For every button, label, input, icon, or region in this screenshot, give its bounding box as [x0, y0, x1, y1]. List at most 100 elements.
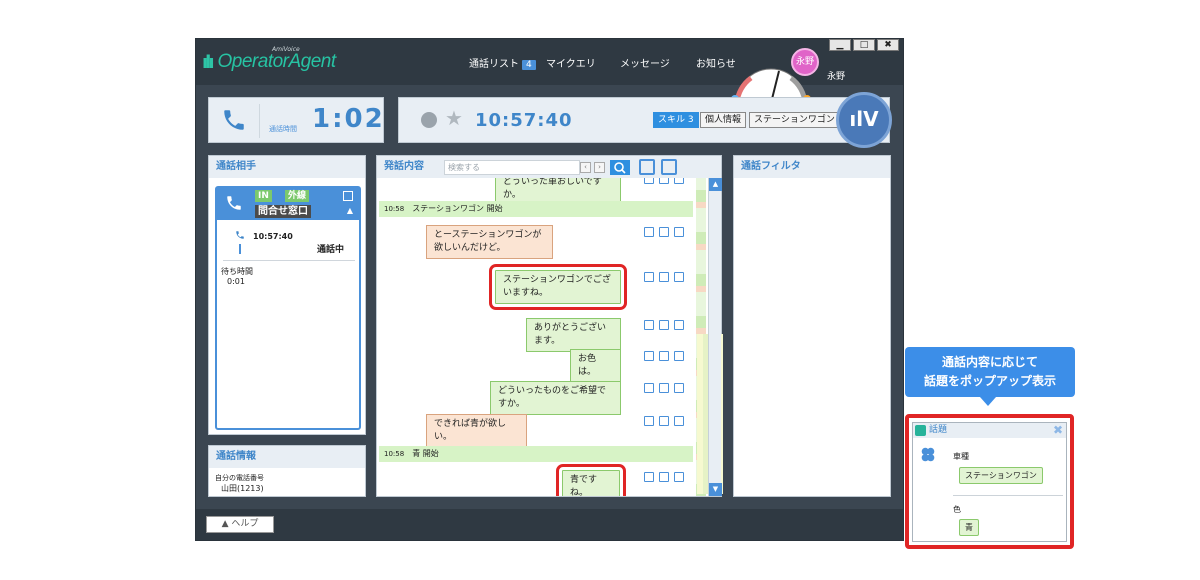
call-filter-panel: 通話フィルタ — [733, 155, 891, 497]
screenshot-stage: ılı AmiVoice OperatorAgent 通話リスト 4 マイクエリ … — [0, 0, 1200, 580]
help-button[interactable]: ▲ ヘルプ — [206, 516, 274, 533]
window-controls: ▁ □ ✖ — [829, 39, 899, 51]
copy-icon[interactable] — [659, 272, 669, 282]
copy-icon[interactable] — [659, 227, 669, 237]
menu-call-list[interactable]: 通話リスト 4 — [469, 55, 536, 70]
menu-message[interactable]: メッセージ — [620, 55, 670, 70]
edit-icon[interactable] — [644, 272, 654, 282]
message-bubble-highlighted[interactable]: ステーションワゴンでございますね。 — [489, 264, 627, 310]
department-tag: 問合せ窓口 — [255, 205, 311, 218]
topic-text: ステーションワゴン 開始 — [412, 204, 503, 213]
star-icon[interactable]: ★ — [445, 106, 463, 130]
add-icon[interactable] — [674, 178, 684, 184]
add-icon[interactable] — [674, 227, 684, 237]
waveform-icon: ılı — [202, 51, 214, 73]
waveform-icon — [915, 425, 926, 436]
transcript-scrollbar[interactable]: ▲ ▼ — [708, 178, 722, 496]
search-button[interactable] — [610, 160, 630, 175]
add-icon[interactable] — [674, 383, 684, 393]
own-phone-value: 山田(1213) — [221, 484, 264, 493]
close-icon[interactable]: ✖ — [1053, 423, 1063, 438]
add-icon[interactable] — [674, 472, 684, 482]
prev-hit-button[interactable]: ‹ — [580, 162, 591, 173]
message-bubble[interactable]: どういったものをご希望ですか。 — [490, 381, 621, 415]
maximize-button[interactable]: □ — [853, 39, 875, 51]
add-icon[interactable] — [674, 320, 684, 330]
voice-agent-button[interactable]: ılV — [836, 92, 892, 148]
call-filter-title: 通話フィルタ — [734, 156, 890, 178]
menu-my-query[interactable]: マイクエリ — [546, 55, 596, 70]
message-tools — [644, 227, 692, 237]
edit-icon[interactable] — [644, 416, 654, 426]
copy-icon[interactable] — [659, 178, 669, 184]
menu-call-list-label: 通話リスト — [469, 59, 519, 70]
call-status: 通話中 — [317, 245, 345, 255]
current-time: 10:57:40 — [475, 110, 573, 131]
edit-icon[interactable] — [644, 472, 654, 482]
divider — [953, 495, 1063, 496]
copy-icon[interactable] — [661, 159, 677, 175]
warning-icon: ▲ — [221, 519, 232, 529]
car-type-chip[interactable]: ステーションワゴン — [959, 467, 1043, 484]
topic-popup[interactable]: 話題 ✖ 車種 ステーションワゴン 色 青 — [912, 422, 1067, 542]
message-bubble[interactable]: とーステーションワゴンが欲しいんだけど。 — [426, 225, 553, 259]
copy-icon[interactable] — [343, 191, 353, 201]
edit-icon[interactable] — [644, 178, 654, 184]
message-bubble[interactable]: できれば青が欲しい。 — [426, 414, 527, 448]
phone-icon — [224, 110, 244, 130]
scroll-up-button[interactable]: ▲ — [709, 178, 722, 191]
phone-icon — [236, 231, 244, 239]
skill-tag[interactable]: スキル 3 — [653, 112, 699, 128]
search-icon — [614, 162, 626, 174]
edit-icon[interactable] — [644, 383, 654, 393]
phone-icon — [227, 196, 241, 210]
call-time-panel: 通話時間 1:02 — [208, 97, 384, 143]
copy-icon[interactable] — [659, 472, 669, 482]
call-info-panel: 通話情報 自分の電話番号 山田(1213) — [208, 445, 366, 497]
next-hit-button[interactable]: › — [594, 162, 605, 173]
edit-icon[interactable] — [644, 320, 654, 330]
call-time-label: 通話時間 — [269, 125, 297, 133]
message-tools — [644, 416, 692, 426]
call-time-value: 1:02 — [312, 104, 385, 134]
copy-icon[interactable] — [659, 416, 669, 426]
divider — [259, 104, 260, 138]
caller-card[interactable]: IN 外線 問合せ窓口 ▲ 10:57:40 通話中 待ち時間 0:01 — [215, 186, 361, 430]
topic-tag[interactable]: ステーションワゴン — [749, 112, 840, 128]
chevron-up-icon[interactable]: ▲ — [347, 206, 353, 215]
close-button[interactable]: ✖ — [877, 39, 899, 51]
caller-panel-title: 通話相手 — [209, 156, 365, 178]
scroll-down-button[interactable]: ▼ — [709, 483, 722, 496]
add-icon[interactable] — [674, 351, 684, 361]
minimize-button[interactable]: ▁ — [829, 39, 851, 51]
copy-icon[interactable] — [659, 383, 669, 393]
export-icon[interactable] — [639, 159, 655, 175]
color-chip[interactable]: 青 — [959, 519, 979, 536]
message-bubble[interactable]: ありがとうございます。 — [526, 318, 621, 352]
message-tools — [644, 351, 692, 361]
add-icon[interactable] — [674, 416, 684, 426]
personal-info-tag[interactable]: 個人情報 — [700, 112, 747, 128]
transcript-list: どういった車おしいですか。 10:58 ステーションワゴン 開始 とーステーション… — [377, 178, 693, 496]
operator-agent-window: ılı AmiVoice OperatorAgent 通話リスト 4 マイクエリ … — [195, 38, 904, 541]
inbound-tag: IN — [255, 190, 272, 202]
avatar[interactable]: 永野 — [791, 48, 819, 76]
logo-brand-small: AmiVoice — [272, 46, 300, 53]
edit-icon[interactable] — [644, 227, 654, 237]
copy-icon[interactable] — [659, 320, 669, 330]
logo-text: OperatorAgent — [217, 51, 337, 72]
callout-label: 通話内容に応じて 話題をポップアップ表示 — [905, 347, 1075, 397]
call-start-time: 10:57:40 — [253, 232, 293, 241]
copy-icon[interactable] — [659, 351, 669, 361]
edit-icon[interactable] — [644, 351, 654, 361]
record-icon[interactable] — [421, 112, 437, 128]
menu-notice[interactable]: お知らせ — [696, 55, 736, 70]
topic-start-row: 10:58 ステーションワゴン 開始 — [379, 201, 693, 217]
message-bubble-highlighted[interactable]: 青ですね。 — [556, 464, 626, 496]
external-line-tag: 外線 — [285, 190, 310, 202]
message-bubble[interactable]: お色は。 — [570, 349, 621, 383]
user-name: 永野 — [827, 72, 846, 82]
add-icon[interactable] — [674, 272, 684, 282]
search-input[interactable]: 検索する — [444, 160, 580, 175]
transcript-panel: 発話内容 検索する ‹ › どういった車おしいですか。 10:58 ステーションワ… — [376, 155, 723, 497]
